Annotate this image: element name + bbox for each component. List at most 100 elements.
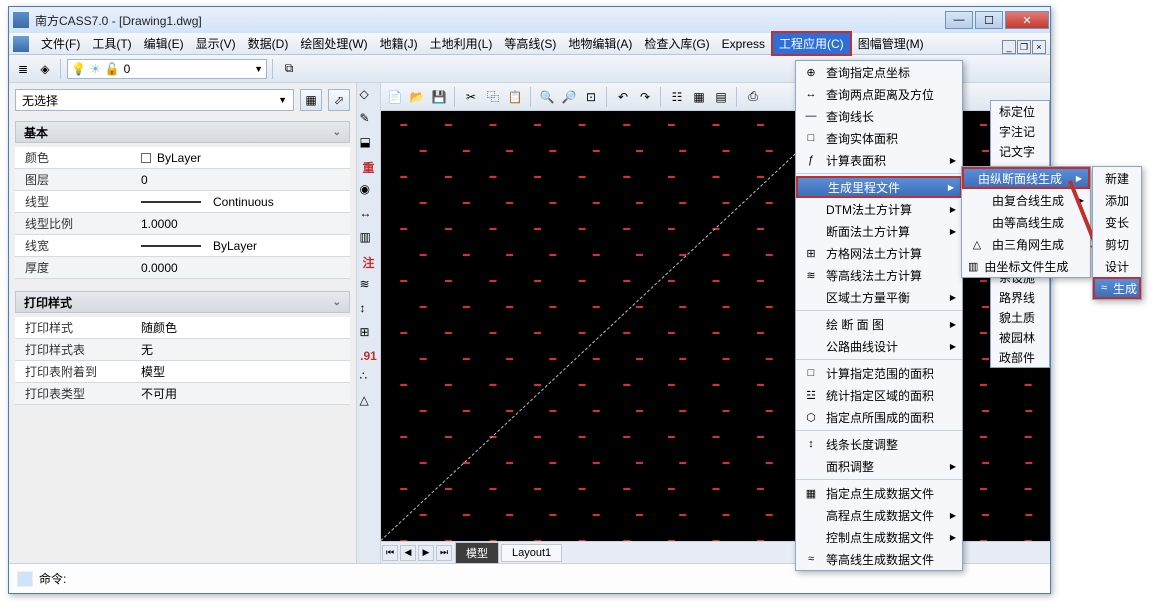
menu-item[interactable]: ƒ计算表面积▶ bbox=[796, 149, 962, 171]
prop-row-图层[interactable]: 图层0 bbox=[15, 169, 350, 191]
prop-row-线型比例[interactable]: 线型比例1.0000 bbox=[15, 213, 350, 235]
mdi-close[interactable]: × bbox=[1032, 40, 1046, 54]
menu-item[interactable]: ▥由坐标文件生成 bbox=[962, 255, 1090, 277]
tool-8[interactable]: ↕ bbox=[360, 301, 378, 319]
menu-item[interactable]: 新建 bbox=[1093, 167, 1141, 189]
menu-item[interactable]: 绘 断 面 图▶ bbox=[796, 313, 962, 335]
menu-item[interactable]: 区域土方量平衡▶ bbox=[796, 286, 962, 308]
menu-view[interactable]: 显示(V) bbox=[190, 33, 242, 54]
menu-check[interactable]: 检查入库(G) bbox=[638, 33, 715, 54]
menu-item[interactable]: 由纵断面线生成▶ bbox=[962, 167, 1090, 189]
undo-icon[interactable]: ↶ bbox=[613, 87, 633, 107]
menu-item[interactable]: □查询实体面积 bbox=[796, 127, 962, 149]
category-item[interactable]: 路界线 bbox=[991, 287, 1049, 307]
redo-icon[interactable]: ↷ bbox=[635, 87, 655, 107]
selection-combo[interactable]: 无选择 ▼ bbox=[15, 89, 294, 111]
menu-item[interactable]: ≈生成 bbox=[1093, 277, 1141, 299]
category-item[interactable]: 字注记 bbox=[991, 121, 1049, 141]
cut-icon[interactable]: ✂ bbox=[461, 87, 481, 107]
menu-item[interactable]: 面积调整▶ bbox=[796, 455, 962, 477]
pickadd-button[interactable]: ⬀ bbox=[328, 89, 350, 111]
menu-sheet[interactable]: 图幅管理(M) bbox=[852, 33, 930, 54]
category-item[interactable]: 记文字 bbox=[991, 141, 1049, 161]
menu-item[interactable]: ☳统计指定区域的面积 bbox=[796, 384, 962, 406]
section-plot-header[interactable]: 打印样式⌄ bbox=[15, 291, 350, 313]
design-center-icon[interactable]: ▦ bbox=[689, 87, 709, 107]
layertool-icon[interactable]: ⧉ bbox=[279, 59, 299, 79]
category-item[interactable]: 貌土质 bbox=[991, 307, 1049, 327]
menu-objedit[interactable]: 地物编辑(A) bbox=[562, 33, 638, 54]
category-item[interactable]: 政部件 bbox=[991, 347, 1049, 367]
new-icon[interactable]: 📄 bbox=[385, 87, 405, 107]
menu-item[interactable]: 生成里程文件▶ bbox=[796, 176, 962, 198]
copy-icon[interactable]: ⿻ bbox=[483, 87, 503, 107]
menu-draw[interactable]: 绘图处理(W) bbox=[294, 33, 373, 54]
menu-item[interactable]: □计算指定范围的面积 bbox=[796, 362, 962, 384]
menu-item[interactable]: —查询线长 bbox=[796, 105, 962, 127]
menu-item[interactable]: ↕线条长度调整 bbox=[796, 433, 962, 455]
menu-item[interactable]: 变长 bbox=[1093, 211, 1141, 233]
menu-item[interactable]: ▦指定点生成数据文件 bbox=[796, 482, 962, 504]
prop-row-线型[interactable]: 线型 Continuous bbox=[15, 191, 350, 213]
menu-item[interactable]: ⊞方格网法土方计算 bbox=[796, 242, 962, 264]
layerstate-icon[interactable]: ◈ bbox=[35, 59, 55, 79]
tool-2[interactable]: ✎ bbox=[360, 111, 378, 129]
layers-icon[interactable]: ≣ bbox=[13, 59, 33, 79]
menu-item[interactable]: 断面法土方计算▶ bbox=[796, 220, 962, 242]
menu-engineering[interactable]: 工程应用(C) bbox=[771, 31, 852, 56]
menu-item[interactable]: ↔查询两点距离及方位 bbox=[796, 83, 962, 105]
menu-item[interactable]: ⬡指定点所围成的面积 bbox=[796, 406, 962, 428]
tool-7[interactable]: ≋ bbox=[360, 277, 378, 295]
paste-icon[interactable]: 📋 bbox=[505, 87, 525, 107]
tool-9[interactable]: ⊞ bbox=[360, 325, 378, 343]
tool-5[interactable]: ↔ bbox=[360, 206, 378, 224]
menu-item[interactable]: △由三角网生成 bbox=[962, 233, 1090, 255]
tool-4[interactable]: ◉ bbox=[360, 182, 378, 200]
prop-row-打印表附着到[interactable]: 打印表附着到模型 bbox=[15, 361, 350, 383]
menu-data[interactable]: 数据(D) bbox=[242, 33, 295, 54]
tab-next[interactable]: ▶ bbox=[418, 545, 434, 561]
prop-row-打印样式[interactable]: 打印样式随颜色 bbox=[15, 317, 350, 339]
menu-item[interactable]: ≈等高线生成数据文件 bbox=[796, 548, 962, 570]
menu-item[interactable]: 添加 bbox=[1093, 189, 1141, 211]
zoom-in-icon[interactable]: 🔍 bbox=[537, 87, 557, 107]
save-icon[interactable]: 💾 bbox=[429, 87, 449, 107]
prop-row-线宽[interactable]: 线宽 ByLayer bbox=[15, 235, 350, 257]
mdi-restore[interactable]: ❐ bbox=[1017, 40, 1031, 54]
menu-edit[interactable]: 编辑(E) bbox=[138, 33, 190, 54]
tool-palette-icon[interactable]: ▤ bbox=[711, 87, 731, 107]
maximize-button[interactable]: ☐ bbox=[975, 11, 1003, 29]
menu-item[interactable]: ⊕查询指定点坐标 bbox=[796, 61, 962, 83]
minimize-button[interactable]: — bbox=[945, 11, 973, 29]
menu-item[interactable]: 公路曲线设计▶ bbox=[796, 335, 962, 357]
tab-last[interactable]: ⏭ bbox=[436, 545, 452, 561]
zoom-out-icon[interactable]: 🔎 bbox=[559, 87, 579, 107]
tool-3[interactable]: ⬓ bbox=[360, 135, 378, 153]
tab-prev[interactable]: ◀ bbox=[400, 545, 416, 561]
tab-layout1[interactable]: Layout1 bbox=[501, 544, 562, 562]
menu-contour[interactable]: 等高线(S) bbox=[498, 33, 562, 54]
quickselect-button[interactable]: ▦ bbox=[300, 89, 322, 111]
menu-item[interactable]: ≋等高线法土方计算 bbox=[796, 264, 962, 286]
tool-6[interactable]: ▥ bbox=[360, 230, 378, 248]
zoom-extents-icon[interactable]: ⊡ bbox=[581, 87, 601, 107]
print-icon[interactable]: ⎙ bbox=[743, 87, 763, 107]
tab-model[interactable]: 模型 bbox=[455, 542, 499, 564]
menu-item[interactable]: 剪切 bbox=[1093, 233, 1141, 255]
layer-combo[interactable]: 💡 ☀ 🔓 0 ▼ bbox=[67, 59, 267, 79]
prop-row-厚度[interactable]: 厚度0.0000 bbox=[15, 257, 350, 279]
close-button[interactable]: ✕ bbox=[1005, 11, 1049, 29]
properties-icon[interactable]: ☷ bbox=[667, 87, 687, 107]
open-icon[interactable]: 📂 bbox=[407, 87, 427, 107]
menu-item[interactable]: DTM法土方计算▶ bbox=[796, 198, 962, 220]
category-item[interactable]: 标定位 bbox=[991, 101, 1049, 121]
tool-11[interactable]: △ bbox=[360, 393, 378, 411]
mdi-minimize[interactable]: _ bbox=[1002, 40, 1016, 54]
menu-express[interactable]: Express bbox=[716, 35, 771, 53]
category-item[interactable]: 被园林 bbox=[991, 327, 1049, 347]
prop-row-打印表类型[interactable]: 打印表类型不可用 bbox=[15, 383, 350, 405]
tool-1[interactable]: ◇ bbox=[360, 87, 378, 105]
menu-item[interactable]: 由复合线生成▶ bbox=[962, 189, 1090, 211]
menu-cadastre[interactable]: 地籍(J) bbox=[374, 33, 424, 54]
tool-10[interactable]: ∴ bbox=[360, 369, 378, 387]
